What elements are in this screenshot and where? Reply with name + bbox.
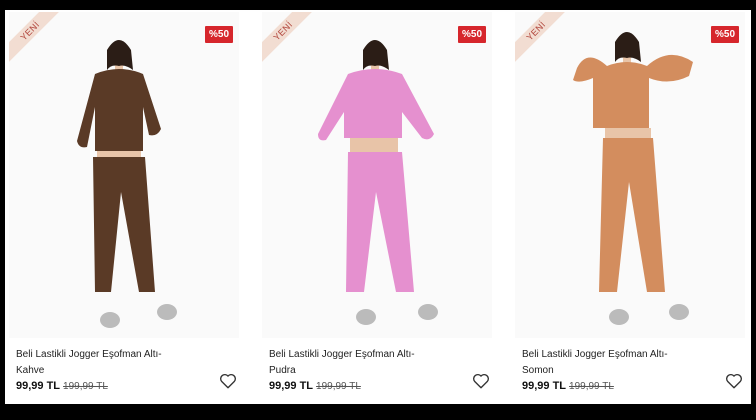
heart-outline-icon[interactable] <box>472 372 490 390</box>
old-price: 199,99 TL <box>569 381 614 392</box>
product-image[interactable]: YENİ %50 <box>9 12 239 338</box>
product-title-line[interactable]: Beli Lastikli Jogger Eşofman Altı- <box>522 347 722 363</box>
product-grid: YENİ %50 Beli Lastikli Jogger Eşofman Al… <box>5 10 751 404</box>
model-figure <box>77 40 177 328</box>
product-color-name[interactable]: Pudra <box>269 363 469 379</box>
discount-badge: %50 <box>204 26 233 43</box>
price: 99,99 TL 199,99 TL <box>16 380 108 392</box>
old-price: 199,99 TL <box>316 381 361 392</box>
heart-outline-icon[interactable] <box>725 372 743 390</box>
product-card[interactable]: YENİ %50 Beli Lastikli Jogger Eşofman Al… <box>9 10 239 404</box>
model-figure <box>573 32 693 325</box>
price: 99,99 TL 199,99 TL <box>269 380 361 392</box>
product-title[interactable]: Beli Lastikli Jogger Eşofman Altı- Kahve <box>16 347 216 379</box>
price: 99,99 TL 199,99 TL <box>522 380 614 392</box>
model-figure <box>318 40 438 325</box>
product-card[interactable]: YENİ %50 Beli Lastikli Jogger Eşofman Al… <box>515 10 745 404</box>
product-image[interactable]: YENİ %50 <box>262 12 492 338</box>
product-title[interactable]: Beli Lastikli Jogger Eşofman Altı- Somon <box>522 347 722 379</box>
current-price: 99,99 TL <box>269 380 314 392</box>
product-title-line[interactable]: Beli Lastikli Jogger Eşofman Altı- <box>16 347 216 363</box>
discount-badge: %50 <box>710 26 739 43</box>
product-color-name[interactable]: Kahve <box>16 363 216 379</box>
product-title[interactable]: Beli Lastikli Jogger Eşofman Altı- Pudra <box>269 347 469 379</box>
product-title-line[interactable]: Beli Lastikli Jogger Eşofman Altı- <box>269 347 469 363</box>
heart-outline-icon[interactable] <box>219 372 237 390</box>
current-price: 99,99 TL <box>522 380 567 392</box>
product-card[interactable]: YENİ %50 Beli Lastikli Jogger Eşofman Al… <box>262 10 492 404</box>
current-price: 99,99 TL <box>16 380 61 392</box>
old-price: 199,99 TL <box>63 381 108 392</box>
product-color-name[interactable]: Somon <box>522 363 722 379</box>
discount-badge: %50 <box>457 26 486 43</box>
product-image[interactable]: YENİ %50 <box>515 12 745 338</box>
